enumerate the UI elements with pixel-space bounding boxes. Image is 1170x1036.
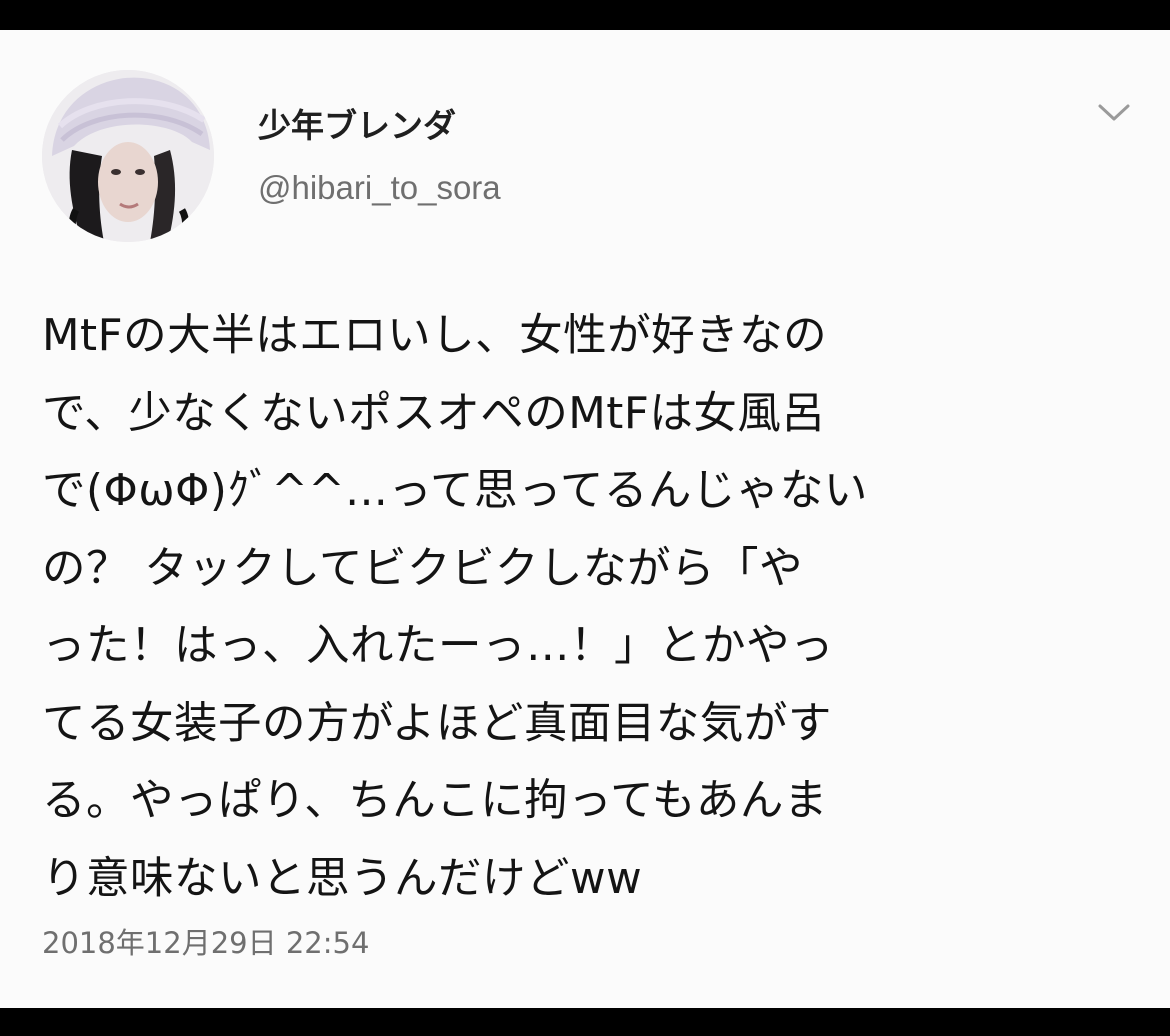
tweet-text-line: MtFの大半はエロいし、女性が好きなの: [42, 311, 828, 361]
avatar[interactable]: [42, 70, 214, 242]
tweet-text-line: てる女装子の方がよほど真面目な気がす: [42, 698, 832, 749]
avatar-photo: [42, 70, 214, 242]
display-name[interactable]: 少年ブレンダ: [258, 104, 456, 148]
tweet-text-line: で(ΦωΦ)ｸﾞ^^...って思ってるんじゃない: [42, 466, 868, 516]
tweet-text: MtFの大半はエロいし、女性が好きなの で、少なくないポスオペのMtFは女風呂 …: [42, 298, 1152, 918]
tweet-timestamp: 2018年12月29日 22:54: [42, 926, 370, 960]
tweet-card: 少年ブレンダ @hibari_to_sora MtFの大半はエロいし、女性が好き…: [0, 30, 1170, 1008]
tweet-text-line: る。やっぱり、ちんこに拘ってもあんま: [42, 776, 828, 826]
bottom-frame-bar: [0, 1008, 1170, 1036]
top-frame-bar: [0, 0, 1170, 30]
chevron-down-icon[interactable]: [1096, 100, 1132, 124]
tweet-text-line: り意味ないと思うんだけどww: [42, 853, 643, 904]
tweet-text-line: で、少なくないポスオペのMtFは女風呂: [42, 388, 826, 439]
user-handle[interactable]: @hibari_to_sora: [258, 166, 501, 210]
tweet-text-line: の？ タックしてビクビクしながら「や: [42, 543, 804, 594]
tweet-text-line: った！はっ、入れたーっ…！」とかやっ: [42, 621, 834, 671]
